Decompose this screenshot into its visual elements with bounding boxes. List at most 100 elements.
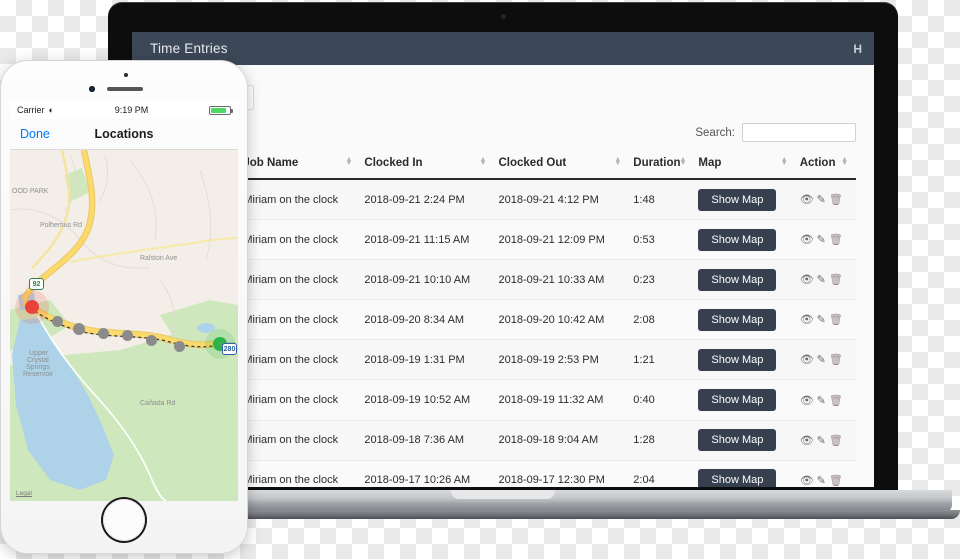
sort-icon: ▲▼ [679,156,687,167]
trash-icon[interactable]: 🗑 [829,353,843,366]
show-map-button[interactable]: Show Map [698,188,777,211]
table-row[interactable]: Miriam GevasMiriam on the clock2018-09-1… [150,379,856,421]
row-clocked-in: 2018-09-19 1:31 PM [360,339,495,381]
row-map-cell: Show Map [694,219,796,261]
phone-screen: Carrier ◐ 9:19 PM Done Locations OOD PAR… [10,101,238,501]
map-canvas [10,150,238,501]
eye-icon[interactable]: 👁 [800,233,814,246]
show-map-button[interactable]: Show Map [698,388,777,412]
app-header-right-label[interactable]: H [853,42,862,56]
show-map-button[interactable]: Show Map [698,429,777,452]
table-row[interactable]: Miriam GevasMiriam on the clock2018-09-1… [150,460,856,487]
trash-icon[interactable]: 🗑 [829,193,843,206]
row-job-name: Miriam on the clock [239,420,361,461]
map-legal-link[interactable]: Legal [16,490,32,497]
edit-icon[interactable]: ✎ [817,474,826,487]
trash-icon[interactable]: 🗑 [829,273,843,286]
map-start-marker[interactable] [25,300,39,314]
trash-icon[interactable]: 🗑 [829,434,843,447]
edit-icon[interactable]: ✎ [817,394,826,407]
table-head: Name▲▼Job Name▲▼Clocked In▲▼Clocked Out▲… [150,152,856,180]
show-map-button[interactable]: Show Map [698,348,777,371]
search-input[interactable] [742,123,856,142]
app-title: Time Entries [150,41,228,56]
eye-icon[interactable]: 👁 [800,394,814,407]
carrier-label: Carrier [17,105,45,115]
eye-icon[interactable]: 👁 [800,313,814,326]
table-header-action[interactable]: Action ▲ ▼ [795,152,856,180]
map-waypoint-marker[interactable] [73,323,85,335]
row-actions: 👁 ✎ 🗑 [800,394,852,407]
map-waypoint-marker[interactable] [146,335,157,346]
edit-icon[interactable]: ✎ [817,273,826,286]
row-duration: 2:04 [629,460,695,487]
edit-icon[interactable]: ✎ [817,313,826,326]
eye-icon[interactable]: 👁 [800,474,814,487]
row-job-name: Miriam on the clock [239,299,361,341]
eye-icon[interactable]: 👁 [800,273,814,286]
row-clocked-out: 2018-09-19 2:53 PM [494,339,630,381]
row-map-cell: Show Map [694,259,796,301]
eye-icon[interactable]: 👁 [800,434,814,447]
table-row[interactable]: Miriam GevasMiriam on the clock2018-09-2… [150,259,856,301]
map-label: Springs [26,364,50,371]
row-map-cell: Show Map [694,339,796,381]
edit-icon[interactable]: ✎ [817,193,826,206]
phone-camera-icon [89,86,95,92]
trash-icon[interactable]: 🗑 [829,313,843,326]
row-clocked-out: 2018-09-21 4:12 PM [494,179,630,221]
map-waypoint-marker[interactable] [52,316,63,327]
wifi-icon: ◐ [48,105,54,115]
status-bar-left: Carrier ◐ [17,105,54,115]
map-waypoint-marker[interactable] [174,341,185,352]
table-row[interactable]: Miriam GevasMiriam on the clock2018-09-1… [150,420,856,461]
map-label: OOD PARK [12,188,49,195]
table-row[interactable]: Miriam GevasMiriam on the clock2018-09-2… [150,299,856,341]
table-header-job-name[interactable]: Job Name ▲ ▼ [239,152,361,180]
sort-icon: ▲▼ [479,156,487,167]
table-header-clocked-out[interactable]: Clocked Out ▲ ▼ [494,152,630,180]
row-duration: 1:28 [629,420,695,461]
table-header-clocked-in[interactable]: Clocked In ▲ ▼ [360,152,495,180]
table-row[interactable]: Miriam GevasMiriam on the clock2018-09-2… [150,179,856,221]
search-label: Search: [695,126,735,139]
laptop-base-notch [451,490,555,499]
row-clocked-out: 2018-09-20 10:42 AM [494,299,630,341]
map-view[interactable]: OOD PARK Polhemus Rd Ralston Ave Upper Cryst… [10,150,238,501]
row-actions: 👁 ✎ 🗑 [800,474,852,487]
row-clocked-in: 2018-09-21 10:10 AM [360,259,495,301]
eye-icon[interactable]: 👁 [800,193,814,206]
row-job-name: Miriam on the clock [239,179,361,221]
show-map-button[interactable]: Show Map [698,469,777,487]
eye-icon[interactable]: 👁 [800,353,814,366]
row-clocked-out: 2018-09-19 11:32 AM [494,379,630,421]
sort-icon: ▲▼ [841,156,848,167]
show-map-button[interactable]: Show Map [698,308,777,331]
show-map-button[interactable]: Show Map [698,268,777,291]
page-title: Locations [94,127,154,141]
table-header-duration[interactable]: Duration ▲ ▼ [629,152,695,180]
row-clocked-out: 2018-09-21 10:33 AM [494,259,630,301]
row-job-name: Miriam on the clock [239,460,361,487]
table-header-map[interactable]: Map ▲ ▼ [694,152,796,180]
home-button[interactable] [103,499,145,541]
map-waypoint-marker[interactable] [122,330,133,341]
phone-device: Carrier ◐ 9:19 PM Done Locations OOD PAR… [0,60,248,554]
row-action-cell: 👁 ✎ 🗑 [795,179,856,221]
edit-icon[interactable]: ✎ [817,434,826,447]
trash-icon[interactable]: 🗑 [829,233,843,246]
trash-icon[interactable]: 🗑 [829,474,843,487]
row-map-cell: Show Map [694,420,796,461]
row-duration: 0:23 [629,259,695,301]
table-row[interactable]: Miriam GevasMiriam on the clock2018-09-2… [150,219,856,261]
show-map-button[interactable]: Show Map [698,228,777,251]
trash-icon[interactable]: 🗑 [829,394,843,407]
row-job-name: Miriam on the clock [239,219,361,261]
edit-icon[interactable]: ✎ [817,233,826,246]
edit-icon[interactable]: ✎ [817,353,826,366]
map-waypoint-marker[interactable] [98,328,109,339]
row-map-cell: Show Map [694,299,796,341]
row-actions: 👁 ✎ 🗑 [800,353,852,366]
table-row[interactable]: Miriam GevasMiriam on the clock2018-09-1… [150,339,856,381]
row-job-name: Miriam on the clock [239,379,361,421]
